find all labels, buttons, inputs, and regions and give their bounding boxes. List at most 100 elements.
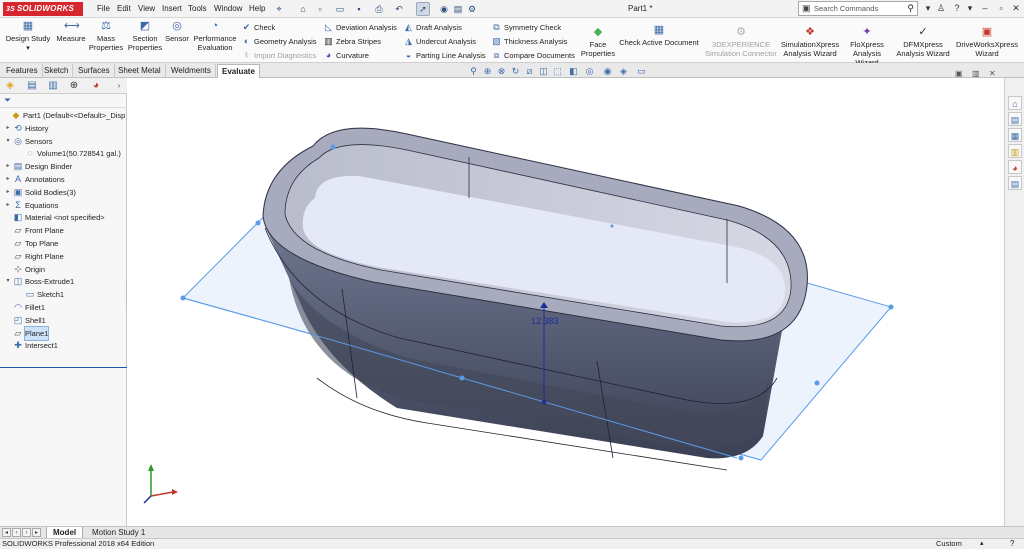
dynamic-annotation-icon[interactable]: ◫ — [537, 65, 550, 78]
menu-insert[interactable]: Insert — [162, 4, 182, 13]
tab-features[interactable]: Features — [2, 64, 43, 78]
zoom-to-area-icon[interactable]: ⊕ — [481, 65, 494, 78]
tree-item[interactable]: ◧ Material <not specified> — [0, 211, 127, 224]
last-tab-icon[interactable]: ▸ — [32, 528, 41, 537]
home-icon[interactable]: ⌂ — [296, 2, 310, 16]
rollback-bar[interactable] — [0, 367, 127, 368]
dfmxpress-button[interactable]: ✓ DFMXpress Analysis Wizard — [896, 26, 950, 58]
design-study-button[interactable]: ▦ Design Study ▾ — [3, 20, 53, 53]
tree-item[interactable]: ▱ Right Plane — [0, 250, 127, 263]
tree-item[interactable]: ▭ Sketch1 — [0, 288, 127, 301]
check-active-document-button[interactable]: ▦ Check Active Document — [619, 24, 699, 47]
menu-window[interactable]: Window — [214, 4, 242, 13]
solidworks-logo[interactable]: 3S SOLIDWORKS — [3, 2, 83, 16]
select-arrow-icon[interactable]: ➚ — [416, 2, 430, 16]
filter-icon[interactable]: ⏷ — [4, 95, 11, 106]
simulationxpress-button[interactable]: ❖ SimulationXpress Analysis Wizard — [780, 26, 840, 58]
tab-sketch[interactable]: Sketch — [40, 64, 74, 78]
dimxpert-tab-icon[interactable]: ⊕ — [66, 79, 82, 93]
3dexperience-simulation-connector-button[interactable]: ⚙ 3DEXPERIENCE Simulation Connector — [704, 26, 778, 58]
tree-item[interactable]: ▸ Σ Equations — [0, 199, 127, 212]
tree-item[interactable]: ▱ Plane1 — [0, 325, 127, 341]
expand-arrow-icon[interactable]: ▸ — [4, 199, 12, 212]
driveworksxpress-button[interactable]: ▣ DriveWorksXpress Wizard — [953, 26, 1021, 58]
tree-item[interactable]: ▾ ◫ Boss-Extrude1 — [0, 275, 127, 288]
tree-item[interactable]: ▸ ▣ Solid Bodies(3) — [0, 186, 127, 199]
measure-button[interactable]: ⟷ Measure — [55, 20, 87, 43]
expand-arrow-icon[interactable]: ▸ — [4, 186, 12, 199]
tree-filter-row[interactable]: ⏷ — [0, 94, 127, 108]
units-dropdown-icon[interactable]: ▴ — [980, 539, 984, 549]
collapse-arrow-icon[interactable]: ▾ — [4, 135, 12, 148]
geometry-analysis-button[interactable]: ◐ Geometry Analysis — [241, 35, 317, 48]
tree-item[interactable]: ▾ ◎ Sensors — [0, 135, 127, 148]
new-document-icon[interactable]: ▫ — [313, 2, 327, 16]
tree-item[interactable]: ▸ ▤ Design Binder — [0, 160, 127, 173]
status-help-icon[interactable]: ? — [1010, 539, 1014, 549]
menu-file[interactable]: File — [97, 4, 110, 13]
previous-tab-icon[interactable]: ‹ — [12, 528, 21, 537]
collapse-arrow-icon[interactable]: ▾ — [4, 275, 12, 288]
window-restore-icon[interactable]: ▣ — [955, 69, 963, 78]
plane-handle[interactable] — [738, 455, 744, 461]
section-view-icon[interactable]: ⧄ — [523, 65, 536, 78]
tree-item[interactable]: ◆ Part1 (Default<<Default>_Disp — [0, 109, 127, 122]
tree-item[interactable]: ⊹ Origin — [0, 263, 127, 276]
configurationmanager-tab-icon[interactable]: ▥ — [45, 79, 61, 93]
expand-arrow-icon[interactable]: ▸ — [4, 122, 12, 135]
compare-documents-button[interactable]: ⧈ Compare Documents — [491, 49, 575, 62]
pane-expand-icon[interactable]: › — [111, 79, 127, 93]
undo-icon[interactable]: ↶ — [392, 2, 406, 16]
help-dropdown-icon[interactable]: ▾ — [964, 3, 976, 14]
edit-appearance-icon[interactable]: ◉ — [601, 65, 614, 78]
model-view[interactable]: 12.383 — [127, 78, 1004, 526]
tab-surfaces[interactable]: Surfaces — [74, 64, 115, 78]
plane-handle[interactable] — [180, 295, 186, 301]
first-tab-icon[interactable]: ◂ — [2, 528, 11, 537]
file-explorer-icon[interactable]: ▦ — [1008, 128, 1022, 142]
rotate-view-icon[interactable]: ↻ — [509, 65, 522, 78]
floxpress-button[interactable]: ✦ FloXpress Analysis Wizard — [842, 26, 892, 67]
menu-tools[interactable]: Tools — [188, 4, 207, 13]
graphics-area[interactable]: 12.383 ⚲ ⊕ ⊗ ↻ ⧄ ◫ ⬚ ◧ ◎ ◉ ◈ ▭ ▣ ▥ ✕ — [127, 66, 1004, 526]
open-folder-icon[interactable]: ▭ — [333, 2, 347, 16]
deviation-analysis-button[interactable]: ◺ Deviation Analysis — [323, 21, 397, 34]
tab-evaluate[interactable]: Evaluate — [217, 64, 260, 78]
solidworks-resources-icon[interactable]: ⌂ — [1008, 96, 1022, 110]
view-orientation-icon[interactable]: ⬚ — [551, 65, 564, 78]
view-settings-icon[interactable]: ▭ — [635, 65, 648, 78]
tree-item[interactable]: ▱ Front Plane — [0, 224, 127, 237]
import-diagnostics-button[interactable]: ⚕ Import Diagnostics — [241, 49, 316, 62]
options-gear-icon[interactable]: ⚙ — [465, 2, 479, 16]
tree-item[interactable]: ▸ A Annotations — [0, 173, 127, 186]
user-icon[interactable]: ♙ — [935, 3, 947, 14]
tree-item[interactable]: ◌ Volume1(50.728541 gal.) — [0, 147, 127, 160]
face-properties-button[interactable]: ◆ Face Properties — [578, 26, 618, 58]
save-icon[interactable]: ▪ — [352, 2, 366, 16]
undercut-analysis-button[interactable]: ◮ Undercut Analysis — [403, 35, 476, 48]
tree-item[interactable]: ▱ Top Plane — [0, 237, 127, 250]
tree-item[interactable]: ◠ Fillet1 — [0, 301, 127, 314]
window-close-icon[interactable]: ✕ — [989, 69, 996, 78]
next-tab-icon[interactable]: › — [22, 528, 31, 537]
menu-view[interactable]: View — [138, 4, 155, 13]
zebra-stripes-button[interactable]: ▥ Zebra Stripes — [323, 35, 381, 48]
curvature-button[interactable]: ◕ Curvature — [323, 49, 369, 62]
search-commands-input[interactable]: ▣ Search Commands ⚲ — [798, 1, 918, 16]
tree-item[interactable]: ✚ Intersect1 — [0, 339, 127, 352]
units-selector[interactable]: Custom — [936, 539, 962, 549]
tab-weldments[interactable]: Weldments — [167, 64, 216, 78]
draft-analysis-button[interactable]: ◭ Draft Analysis — [403, 21, 462, 34]
expand-arrow-icon[interactable]: ▸ — [4, 173, 12, 186]
display-manager-tab-icon[interactable]: ◕ — [88, 79, 104, 93]
plane-handle[interactable] — [459, 375, 465, 381]
view-palette-icon[interactable]: ▥ — [1008, 144, 1022, 158]
rebuild-icon[interactable]: ◉ — [437, 2, 451, 16]
design-library-icon[interactable]: ▤ — [1008, 112, 1022, 126]
window-tile-icon[interactable]: ▥ — [972, 69, 980, 78]
thickness-analysis-button[interactable]: ▧ Thickness Analysis — [491, 35, 567, 48]
menu-help[interactable]: Help — [249, 4, 265, 13]
zoom-to-fit-icon[interactable]: ⚲ — [467, 65, 480, 78]
plane-handle[interactable] — [330, 144, 336, 150]
apply-scene-icon[interactable]: ◈ — [617, 65, 630, 78]
